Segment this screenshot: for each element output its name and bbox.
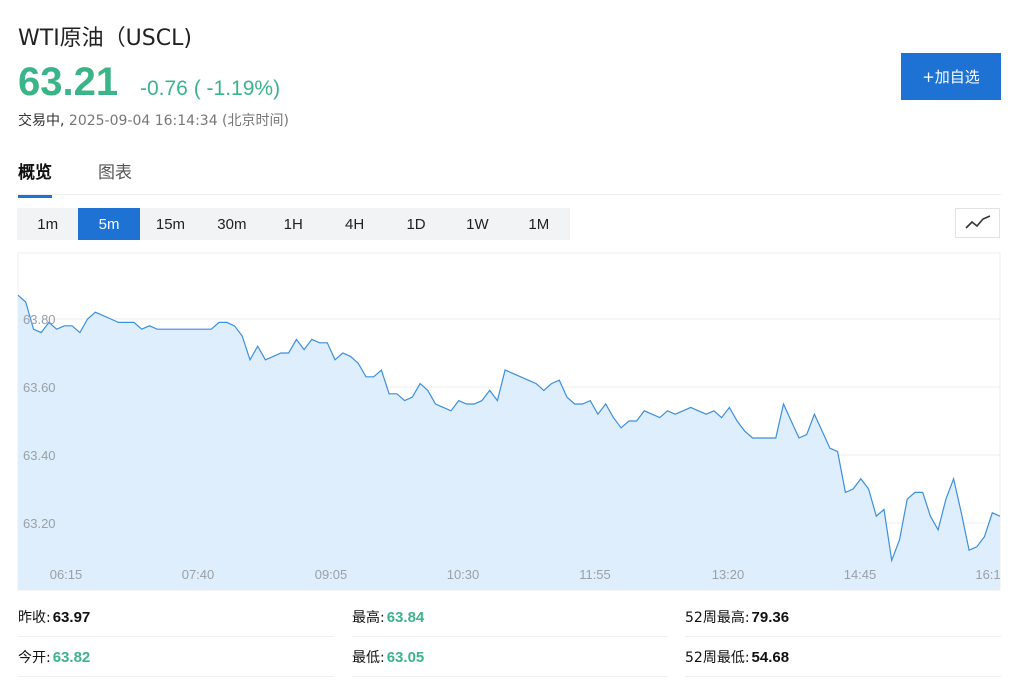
stat-prev-close: 昨收: 63.97 bbox=[18, 598, 334, 637]
x-tick-label: 13:20 bbox=[712, 567, 745, 582]
x-tick-label: 14:45 bbox=[844, 567, 877, 582]
stat-52w-low: 52周最低: 54.68 bbox=[685, 638, 1001, 677]
x-tick-label: 11:55 bbox=[579, 567, 611, 582]
stat-label: 52周最低: bbox=[685, 650, 750, 666]
stat-value: 63.84 bbox=[386, 608, 425, 626]
x-tick-label: 09:05 bbox=[315, 567, 348, 582]
y-tick-label: 63.20 bbox=[23, 516, 56, 531]
stat-value: 63.05 bbox=[386, 648, 425, 666]
price-chart[interactable]: 63.80 63.60 63.40 63.20 06:15 07:40 09:05 10:30… bbox=[0, 0, 1024, 600]
x-tick-label: 10:30 bbox=[447, 567, 480, 582]
stat-label: 最低: bbox=[352, 650, 385, 666]
x-tick-label: 07:40 bbox=[182, 567, 215, 582]
stat-value: 54.68 bbox=[751, 648, 790, 666]
stat-value: 79.36 bbox=[751, 608, 790, 626]
stat-label: 最高: bbox=[352, 610, 385, 626]
stat-high: 最高: 63.84 bbox=[352, 598, 668, 637]
x-tick-label: 06:15 bbox=[50, 567, 83, 582]
stat-value: 63.82 bbox=[52, 648, 91, 666]
stat-label: 昨收: bbox=[18, 610, 51, 626]
x-tick-label: 16:1 bbox=[975, 567, 1000, 582]
y-tick-label: 63.60 bbox=[23, 380, 56, 395]
y-tick-label: 63.80 bbox=[23, 312, 56, 327]
stat-label: 52周最高: bbox=[685, 610, 750, 626]
stat-low: 最低: 63.05 bbox=[352, 638, 668, 677]
y-tick-label: 63.40 bbox=[23, 448, 56, 463]
stat-value: 63.97 bbox=[52, 608, 91, 626]
stat-label: 今开: bbox=[18, 650, 51, 666]
stat-52w-high: 52周最高: 79.36 bbox=[685, 598, 1001, 637]
stat-open: 今开: 63.82 bbox=[18, 638, 334, 677]
